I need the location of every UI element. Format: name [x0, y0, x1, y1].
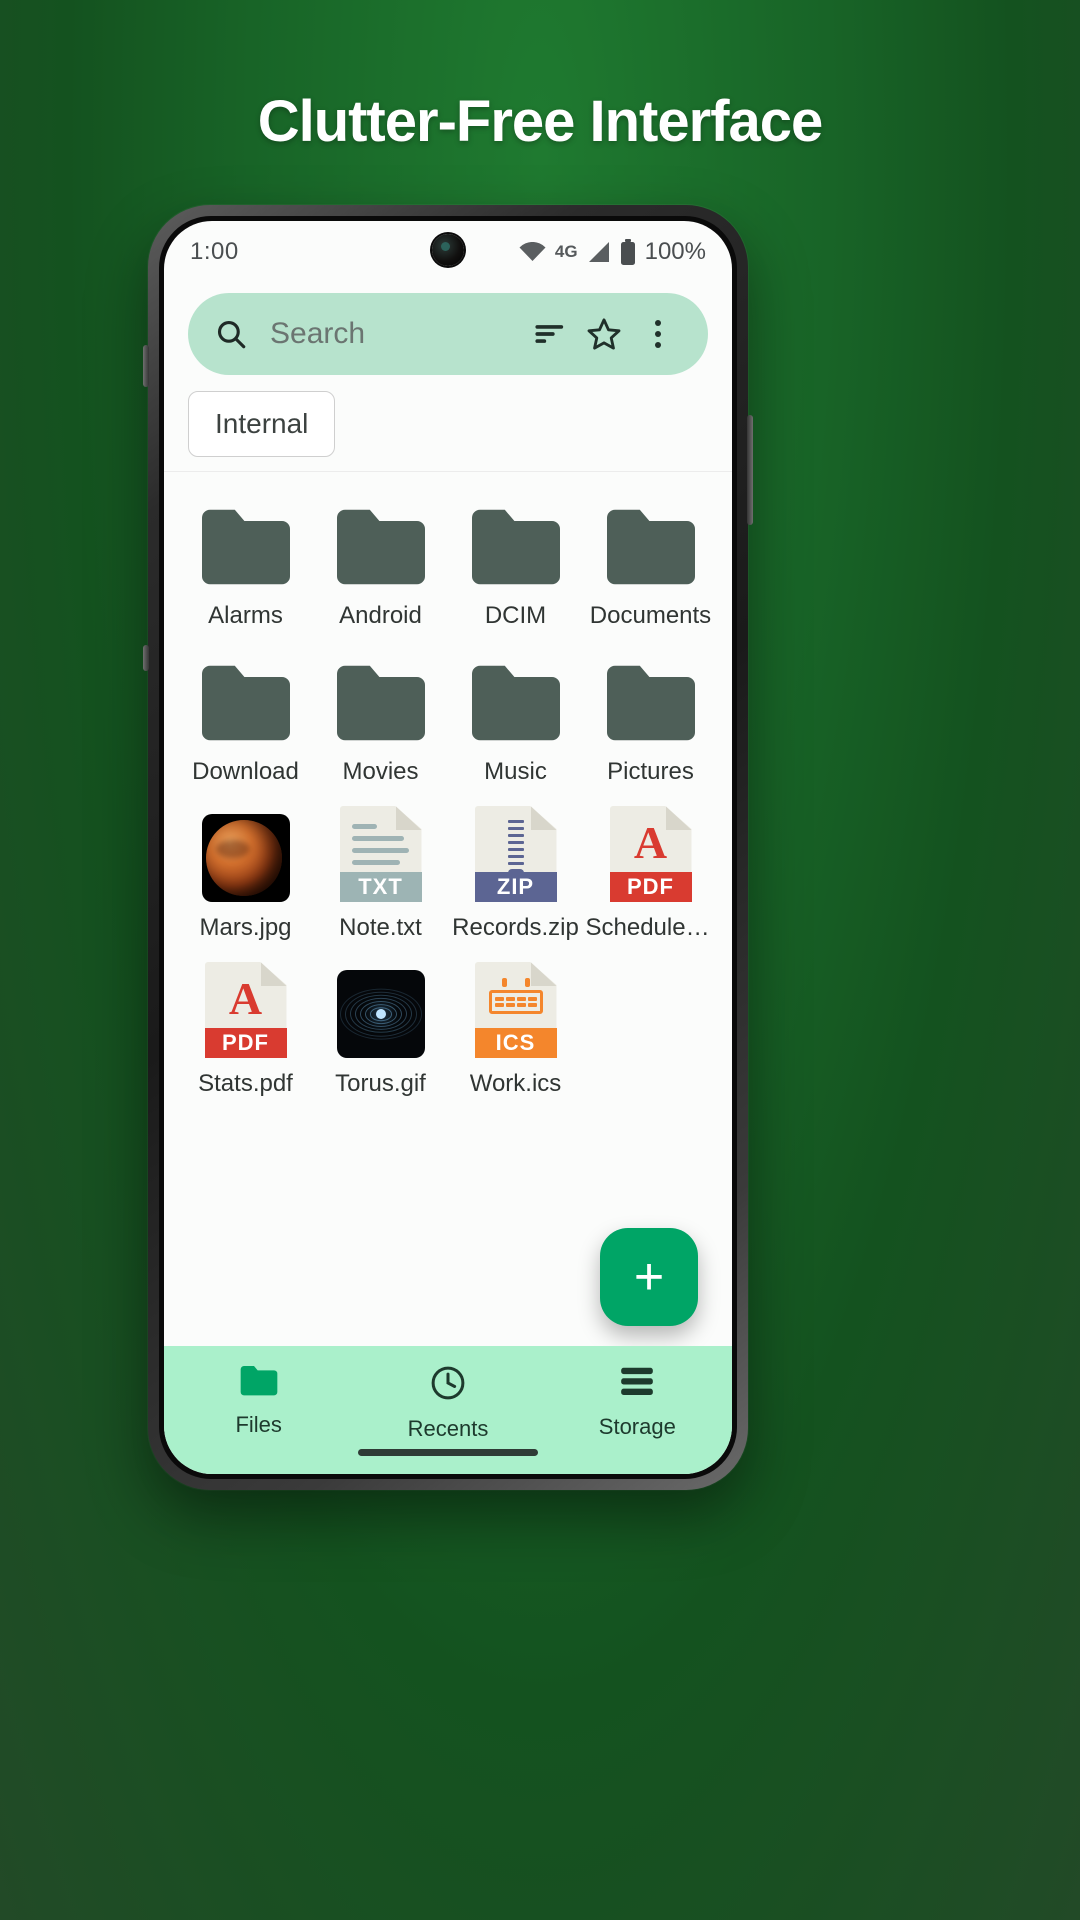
signal-icon: [587, 241, 611, 263]
nav-label-storage: Storage: [598, 1414, 676, 1439]
nav-label-recents: Recents: [407, 1416, 489, 1441]
battery-percent: 100%: [644, 238, 706, 265]
folder-icon: [333, 505, 429, 590]
file-name-label: Alarms: [208, 602, 283, 629]
file-grid: Alarms Android DCIM Documents Download Movies…: [164, 472, 732, 1098]
file-thumbnail: TXT: [333, 802, 429, 902]
storage-icon: [618, 1364, 656, 1405]
file-name-label: Mars.jpg: [199, 914, 292, 941]
search-icon: [214, 317, 248, 351]
file-item[interactable]: A PDF Stats.pdf: [178, 958, 313, 1098]
more-vertical-icon[interactable]: [634, 310, 682, 358]
file-thumbnail: [468, 646, 564, 746]
file-thumbnail: ZIP: [468, 802, 564, 902]
folder-item[interactable]: Pictures: [583, 646, 718, 786]
folder-icon: [468, 661, 564, 746]
file-thumbnail: [603, 490, 699, 590]
star-icon[interactable]: [580, 310, 628, 358]
nav-item-recents[interactable]: Recents: [353, 1364, 542, 1442]
folder-item[interactable]: DCIM: [448, 490, 583, 630]
file-thumbnail: A PDF: [198, 958, 294, 1058]
file-item[interactable]: Torus.gif: [313, 958, 448, 1098]
file-name-label: Torus.gif: [335, 1070, 426, 1097]
folder-icon: [239, 1364, 279, 1403]
file-icon: ICS: [474, 962, 557, 1058]
file-name-label: Records.zip: [452, 914, 579, 941]
folder-icon: [333, 661, 429, 746]
file-thumbnail: [333, 958, 429, 1058]
file-thumbnail: ICS: [468, 958, 564, 1058]
file-item[interactable]: A PDF Schedule.pdf: [583, 802, 718, 942]
file-icon: A PDF: [609, 806, 692, 902]
folder-item[interactable]: Documents: [583, 490, 718, 630]
image-thumbnail: [201, 814, 290, 902]
folder-icon: [468, 505, 564, 590]
file-thumbnail: [333, 490, 429, 590]
battery-icon: [620, 239, 636, 265]
tab-internal[interactable]: Internal: [188, 391, 336, 457]
search-input[interactable]: Search: [270, 317, 520, 351]
file-name-label: Movies: [342, 758, 419, 785]
file-name-label: Schedule.pdf: [585, 914, 716, 941]
search-bar-container: Search: [164, 283, 732, 391]
status-time: 1:00: [190, 238, 239, 265]
folder-icon: [198, 661, 294, 746]
file-name-label: Download: [192, 758, 299, 785]
folder-icon: [603, 505, 699, 590]
bottom-navigation: Files Recents Storage: [164, 1346, 732, 1474]
file-thumbnail: [333, 646, 429, 746]
file-thumbnail: [198, 490, 294, 590]
file-thumbnail: A PDF: [603, 802, 699, 902]
file-name-label: DCIM: [484, 602, 547, 629]
search-bar[interactable]: Search: [188, 293, 708, 375]
nav-label-files: Files: [235, 1412, 282, 1437]
file-icon: ZIP: [474, 806, 557, 902]
file-name-label: Note.txt: [339, 914, 422, 941]
folder-item[interactable]: Alarms: [178, 490, 313, 630]
storage-tabs: Internal: [164, 391, 732, 472]
nav-item-storage[interactable]: Storage: [543, 1364, 732, 1440]
file-name-label: Android: [339, 602, 422, 629]
folder-icon: [198, 505, 294, 590]
status-bar: 1:00 4G 100%: [164, 221, 732, 283]
add-button[interactable]: +: [600, 1228, 698, 1326]
network-type-label: 4G: [554, 242, 578, 261]
file-name-label: Work.ics: [469, 1070, 562, 1097]
phone-mockup: 1:00 4G 100% Search Internal Alarms Andr…: [143, 205, 753, 1490]
folder-item[interactable]: Movies: [313, 646, 448, 786]
file-thumbnail: [603, 646, 699, 746]
wifi-icon: [519, 242, 546, 262]
folder-item[interactable]: Android: [313, 490, 448, 630]
file-thumbnail: [468, 490, 564, 590]
folder-item[interactable]: Download: [178, 646, 313, 786]
nav-item-files[interactable]: Files: [164, 1364, 353, 1438]
clock-icon: [429, 1364, 467, 1407]
file-item[interactable]: Mars.jpg: [178, 802, 313, 942]
front-camera-icon: [432, 234, 464, 266]
file-name-label: Music: [484, 758, 547, 785]
file-item[interactable]: ZIP Records.zip: [448, 802, 583, 942]
file-icon: [336, 970, 425, 1058]
sort-icon[interactable]: [526, 310, 574, 358]
file-thumbnail: [198, 802, 294, 902]
file-item[interactable]: TXT Note.txt: [313, 802, 448, 942]
folder-item[interactable]: Music: [448, 646, 583, 786]
gesture-bar[interactable]: [358, 1449, 538, 1456]
power-button: [747, 415, 753, 525]
file-thumbnail: [198, 646, 294, 746]
file-name-label: Documents: [589, 602, 712, 629]
phone-bezel: 1:00 4G 100% Search Internal Alarms Andr…: [159, 216, 737, 1479]
page-title: Clutter-Free Interface: [257, 89, 824, 154]
file-icon: A PDF: [204, 962, 287, 1058]
file-icon: TXT: [339, 806, 422, 902]
file-name-label: Pictures: [607, 758, 694, 785]
phone-screen: 1:00 4G 100% Search Internal Alarms Andr…: [164, 221, 732, 1474]
file-name-label: Stats.pdf: [198, 1070, 293, 1097]
folder-icon: [603, 661, 699, 746]
file-item[interactable]: ICS Work.ics: [448, 958, 583, 1098]
